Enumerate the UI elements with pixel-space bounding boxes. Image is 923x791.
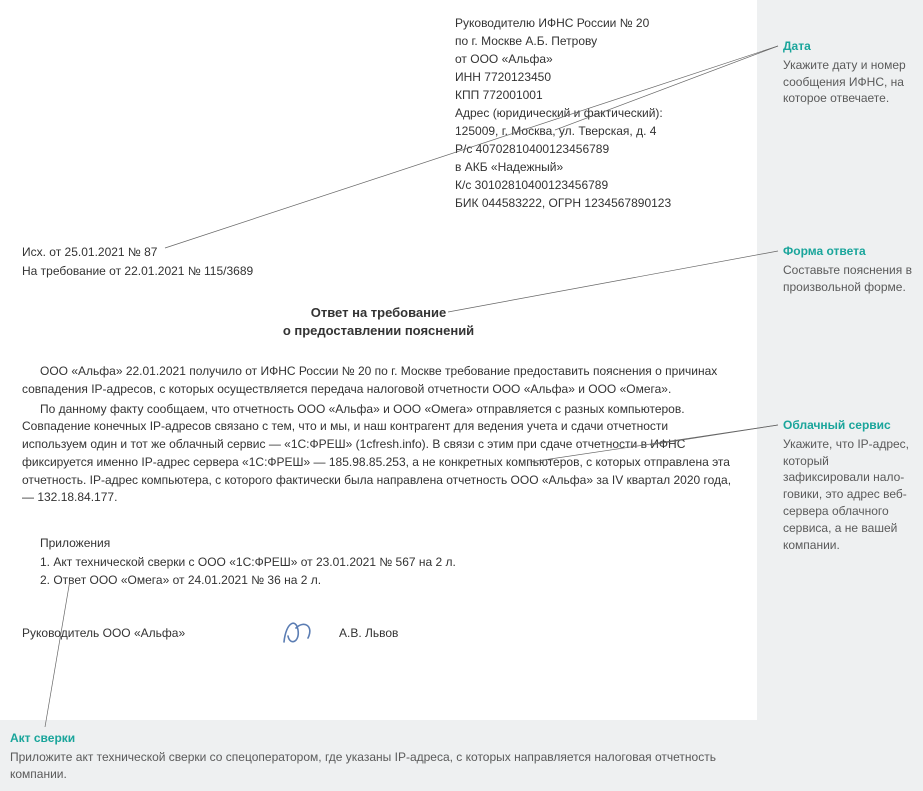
callout-title: Облачный сервис: [783, 417, 918, 434]
callout-cloud: Облачный сервис Укажите, что IP-адрес, к…: [783, 417, 918, 553]
header-line: от ООО «Альфа»: [455, 50, 740, 68]
attachments-block: Приложения 1. Акт технической сверки с О…: [22, 534, 456, 590]
callout-text: Укажите, что IP-адрес, который зафиксиро…: [783, 436, 918, 554]
signature-line: Руководитель ООО «Альфа» А.В. Львов: [22, 626, 735, 640]
callout-act: Акт сверки Приложите акт технической све…: [10, 730, 750, 782]
callout-text: Составьте пояснения в произвольной форме…: [783, 262, 918, 296]
attachments-title: Приложения: [22, 534, 456, 553]
callout-title: Акт сверки: [10, 730, 750, 747]
signature-icon: [274, 612, 324, 650]
callout-title: Форма ответа: [783, 243, 918, 260]
header-line: в АКБ «Надежный»: [455, 158, 740, 176]
outgoing-number: Исх. от 25.01.2021 № 87: [22, 243, 253, 262]
document-title-line1: Ответ на требование: [0, 303, 757, 323]
callout-text: Приложите акт технической сверки со спец…: [10, 749, 750, 783]
header-line: КПП 772001001: [455, 86, 740, 104]
header-line: Адрес (юридический и фактический):: [455, 104, 740, 122]
signer-role: Руководитель ООО «Альфа»: [22, 626, 185, 640]
demand-reference: На требование от 22.01.2021 № 115/3689: [22, 262, 253, 281]
callout-date: Дата Укажите дату и номер сообщения ИФНС…: [783, 38, 918, 107]
header-line: 125009, г. Москва, ул. Тверская, д. 4: [455, 122, 740, 140]
callout-form: Форма ответа Составьте пояснения в произ…: [783, 243, 918, 295]
body-text: ООО «Альфа» 22.01.2021 получило от ИФНС …: [22, 363, 735, 509]
header-line: Р/с 40702810400123456789: [455, 140, 740, 158]
signer-name: А.В. Львов: [339, 626, 398, 640]
document-page: Руководителю ИФНС России № 20 по г. Моск…: [0, 0, 757, 720]
body-paragraph-1: ООО «Альфа» 22.01.2021 получило от ИФНС …: [22, 363, 735, 399]
recipient-block: Руководителю ИФНС России № 20 по г. Моск…: [455, 14, 740, 212]
header-line: БИК 044583222, ОГРН 1234567890123: [455, 194, 740, 212]
document-title-line2: о предоставлении пояснений: [0, 321, 757, 341]
header-line: по г. Москве А.Б. Петрову: [455, 32, 740, 50]
header-line: ИНН 7720123450: [455, 68, 740, 86]
header-line: К/с 30102810400123456789: [455, 176, 740, 194]
attachment-item-2: 2. Ответ ООО «Омега» от 24.01.2021 № 36 …: [22, 571, 456, 590]
callout-title: Дата: [783, 38, 918, 55]
body-paragraph-2: По данному факту сообщаем, что отчетност…: [22, 401, 735, 508]
header-line: Руководителю ИФНС России № 20: [455, 14, 740, 32]
callout-text: Укажите дату и номер сообщения ИФНС, на …: [783, 57, 918, 107]
outgoing-refs: Исх. от 25.01.2021 № 87 На требование от…: [22, 243, 253, 281]
attachment-item-1: 1. Акт технической сверки с ООО «1С:ФРЕШ…: [22, 553, 456, 572]
